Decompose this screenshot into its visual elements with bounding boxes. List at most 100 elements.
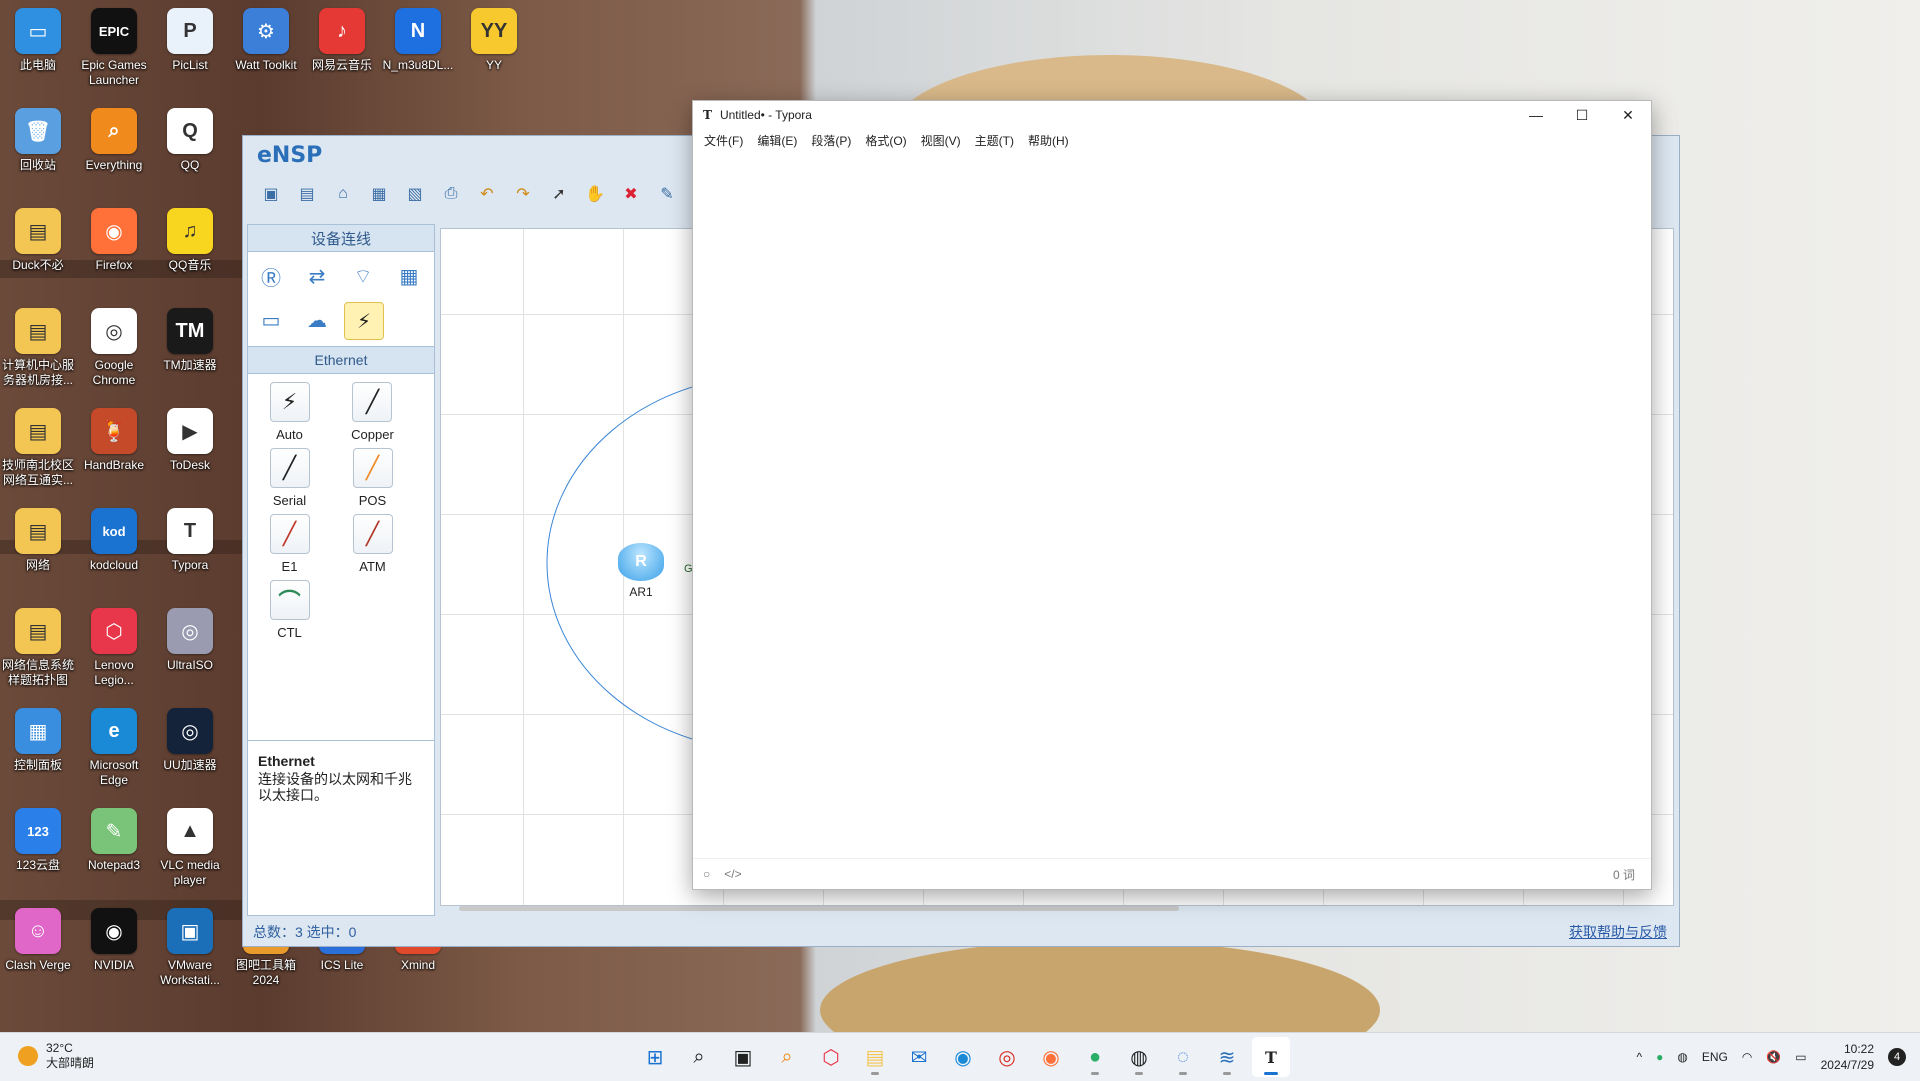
start-icon[interactable]: ⊞ bbox=[636, 1037, 674, 1077]
firefox-icon[interactable]: ◉ bbox=[1032, 1037, 1070, 1077]
desktop-icon[interactable]: ▤ 网络信息系统样题拓扑图 bbox=[1, 608, 75, 688]
weather-widget[interactable]: 32°C 大部晴朗 bbox=[18, 1041, 94, 1071]
close-icon[interactable]: ✕ bbox=[1605, 101, 1651, 129]
undo-icon[interactable]: ↶ bbox=[473, 180, 501, 208]
menu-item[interactable]: 主题(T) bbox=[968, 132, 1021, 149]
word-count[interactable]: 0 词 bbox=[1613, 866, 1635, 883]
desktop-icon[interactable]: kod kodcloud bbox=[77, 508, 151, 573]
desktop-icon[interactable]: ◉ NVIDIA bbox=[77, 908, 151, 973]
chrome-icon[interactable]: ◎ bbox=[988, 1037, 1026, 1077]
router-icon[interactable]: Ⓡ bbox=[252, 258, 290, 294]
pc-icon[interactable]: ▭ bbox=[252, 302, 290, 338]
everything-icon[interactable]: ⌕ bbox=[768, 1037, 806, 1077]
qq-icon[interactable]: ◍ bbox=[1120, 1037, 1158, 1077]
cable-item-e1[interactable]: ╱ E1 bbox=[269, 514, 310, 574]
cloud-icon[interactable]: ☁ bbox=[298, 302, 336, 338]
desktop-icon[interactable]: ⚙ Watt Toolkit bbox=[229, 8, 303, 73]
desktop-icon[interactable]: ⬡ Lenovo Legio... bbox=[77, 608, 151, 688]
menu-item[interactable]: 编辑(E) bbox=[750, 132, 804, 149]
desktop-icon[interactable]: ◎ UltraISO bbox=[153, 608, 227, 673]
volume-mute-icon[interactable]: 🔇 bbox=[1766, 1050, 1781, 1064]
desktop-icon[interactable]: e Microsoft Edge bbox=[77, 708, 151, 788]
desktop-icon[interactable]: P PicList bbox=[153, 8, 227, 73]
clock[interactable]: 10:22 2024/7/29 bbox=[1821, 1041, 1874, 1073]
maximize-icon[interactable]: ☐ bbox=[1559, 101, 1605, 129]
desktop-icon[interactable]: ◉ Firefox bbox=[77, 208, 151, 273]
router-node-ar1[interactable]: R AR1 bbox=[615, 543, 667, 599]
source-mode-icon[interactable]: </> bbox=[724, 867, 741, 881]
new-example-icon[interactable]: ▤ bbox=[293, 180, 321, 208]
file-explorer-icon[interactable]: ▤ bbox=[856, 1037, 894, 1077]
desktop-icon[interactable]: EPIC Epic Games Launcher bbox=[77, 8, 151, 88]
desktop-icon[interactable]: 123 123云盘 bbox=[1, 808, 75, 873]
desktop-icon[interactable]: ▤ 计算机中心服务器机房接... bbox=[1, 308, 75, 388]
connection-icon[interactable]: ⚡ bbox=[344, 302, 384, 340]
desktop-icon[interactable]: Q QQ bbox=[153, 108, 227, 173]
desktop-icon[interactable]: YY YY bbox=[457, 8, 531, 73]
canvas-horizontal-scrollbar[interactable] bbox=[443, 902, 1675, 916]
menu-item[interactable]: 帮助(H) bbox=[1021, 132, 1076, 149]
desktop-icon[interactable]: ◎ Google Chrome bbox=[77, 308, 151, 388]
desktop-icon[interactable]: T Typora bbox=[153, 508, 227, 573]
cable-item-ctl[interactable]: ⌒ CTL bbox=[269, 580, 310, 640]
desktop-icon[interactable]: ▣ VMware Workstati... bbox=[153, 908, 227, 988]
print-icon[interactable]: ⎙ bbox=[437, 180, 465, 208]
notification-badge[interactable]: 4 bbox=[1888, 1048, 1906, 1066]
desktop-icon[interactable]: TM TM加速器 bbox=[153, 308, 227, 373]
desktop-icon[interactable]: ▤ Duck不必 bbox=[1, 208, 75, 273]
text-edit-icon[interactable]: ✎ bbox=[653, 180, 681, 208]
menu-item[interactable]: 段落(P) bbox=[804, 132, 858, 149]
typora-taskbar-icon[interactable]: T bbox=[1252, 1037, 1290, 1077]
wechat-icon[interactable]: ● bbox=[1076, 1037, 1114, 1077]
switch-icon[interactable]: ⇄ bbox=[298, 258, 336, 294]
save-as-icon[interactable]: ▧ bbox=[401, 180, 429, 208]
firewall-icon[interactable]: ▦ bbox=[390, 258, 428, 294]
piclist-icon[interactable]: ◌ bbox=[1164, 1037, 1202, 1077]
desktop-icon[interactable]: ▦ 控制面板 bbox=[1, 708, 75, 773]
desktop-icon[interactable]: ⌕ Everything bbox=[77, 108, 151, 173]
menu-item[interactable]: 格式(O) bbox=[858, 132, 913, 149]
desktop-icon[interactable]: ☺ Clash Verge bbox=[1, 908, 75, 973]
redo-icon[interactable]: ↷ bbox=[509, 180, 537, 208]
battery-icon[interactable]: ▭ bbox=[1795, 1050, 1806, 1064]
desktop-icon[interactable]: 🍹 HandBrake bbox=[77, 408, 151, 473]
desktop-icon[interactable]: ▤ 网络 bbox=[1, 508, 75, 573]
typora-editor-area[interactable] bbox=[693, 153, 1651, 855]
mail-icon[interactable]: ✉ bbox=[900, 1037, 938, 1077]
chevron-up-icon[interactable]: ^ bbox=[1636, 1050, 1642, 1064]
desktop-icon[interactable]: 🗑 回收站 bbox=[1, 108, 75, 173]
qq-tray-icon[interactable]: ◍ bbox=[1677, 1050, 1687, 1064]
typora-window[interactable]: T Untitled• - Typora — ☐ ✕ 文件(F) 编辑(E) 段落(… bbox=[692, 100, 1652, 890]
desktop-icon[interactable]: ▤ 技师南北校区网络互通实... bbox=[1, 408, 75, 488]
desktop-icon[interactable]: ♪ 网易云音乐 bbox=[305, 8, 379, 73]
wechat-tray-icon[interactable]: ● bbox=[1656, 1050, 1663, 1064]
hand-pan-icon[interactable]: ✋ bbox=[581, 180, 609, 208]
desktop-icon[interactable]: ▭ 此电脑 bbox=[1, 8, 75, 73]
desktop-icon[interactable]: ♫ QQ音乐 bbox=[153, 208, 227, 273]
desktop-icon[interactable]: ✎ Notepad3 bbox=[77, 808, 151, 873]
minimize-icon[interactable]: — bbox=[1513, 101, 1559, 129]
wlan-icon[interactable]: ⌔ bbox=[344, 258, 382, 294]
desktop-icon[interactable]: ▲ VLC media player bbox=[153, 808, 227, 888]
desktop-icon[interactable]: ▶ ToDesk bbox=[153, 408, 227, 473]
cable-item-atm[interactable]: ╱ ATM bbox=[352, 514, 393, 574]
lenovo-legion-icon[interactable]: ⬡ bbox=[812, 1037, 850, 1077]
delete-icon[interactable]: ✖ bbox=[617, 180, 645, 208]
cable-item-copper[interactable]: ╱ Copper bbox=[351, 382, 394, 442]
scrollbar-thumb[interactable] bbox=[459, 906, 1179, 911]
cable-item-pos[interactable]: ╱ POS bbox=[352, 448, 393, 508]
outline-toggle-icon[interactable]: ○ bbox=[703, 867, 710, 881]
new-topology-icon[interactable]: ▣ bbox=[257, 180, 285, 208]
select-pointer-icon[interactable]: ➚ bbox=[545, 180, 573, 208]
ensp-taskbar-icon[interactable]: ≋ bbox=[1208, 1037, 1246, 1077]
cable-item-serial[interactable]: ╱ Serial bbox=[269, 448, 310, 508]
task-view-icon[interactable]: ▣ bbox=[724, 1037, 762, 1077]
help-feedback-link[interactable]: 获取帮助与反馈 bbox=[1569, 922, 1667, 942]
search-icon[interactable]: ⌕ bbox=[680, 1037, 718, 1077]
desktop-icon[interactable]: N N_m3u8DL... bbox=[381, 8, 455, 73]
input-language[interactable]: ENG bbox=[1702, 1050, 1728, 1064]
open-icon[interactable]: ⌂ bbox=[329, 180, 357, 208]
edge-icon[interactable]: ◉ bbox=[944, 1037, 982, 1077]
menu-item[interactable]: 文件(F) bbox=[697, 132, 750, 149]
wifi-icon[interactable]: ◠ bbox=[1742, 1050, 1752, 1064]
